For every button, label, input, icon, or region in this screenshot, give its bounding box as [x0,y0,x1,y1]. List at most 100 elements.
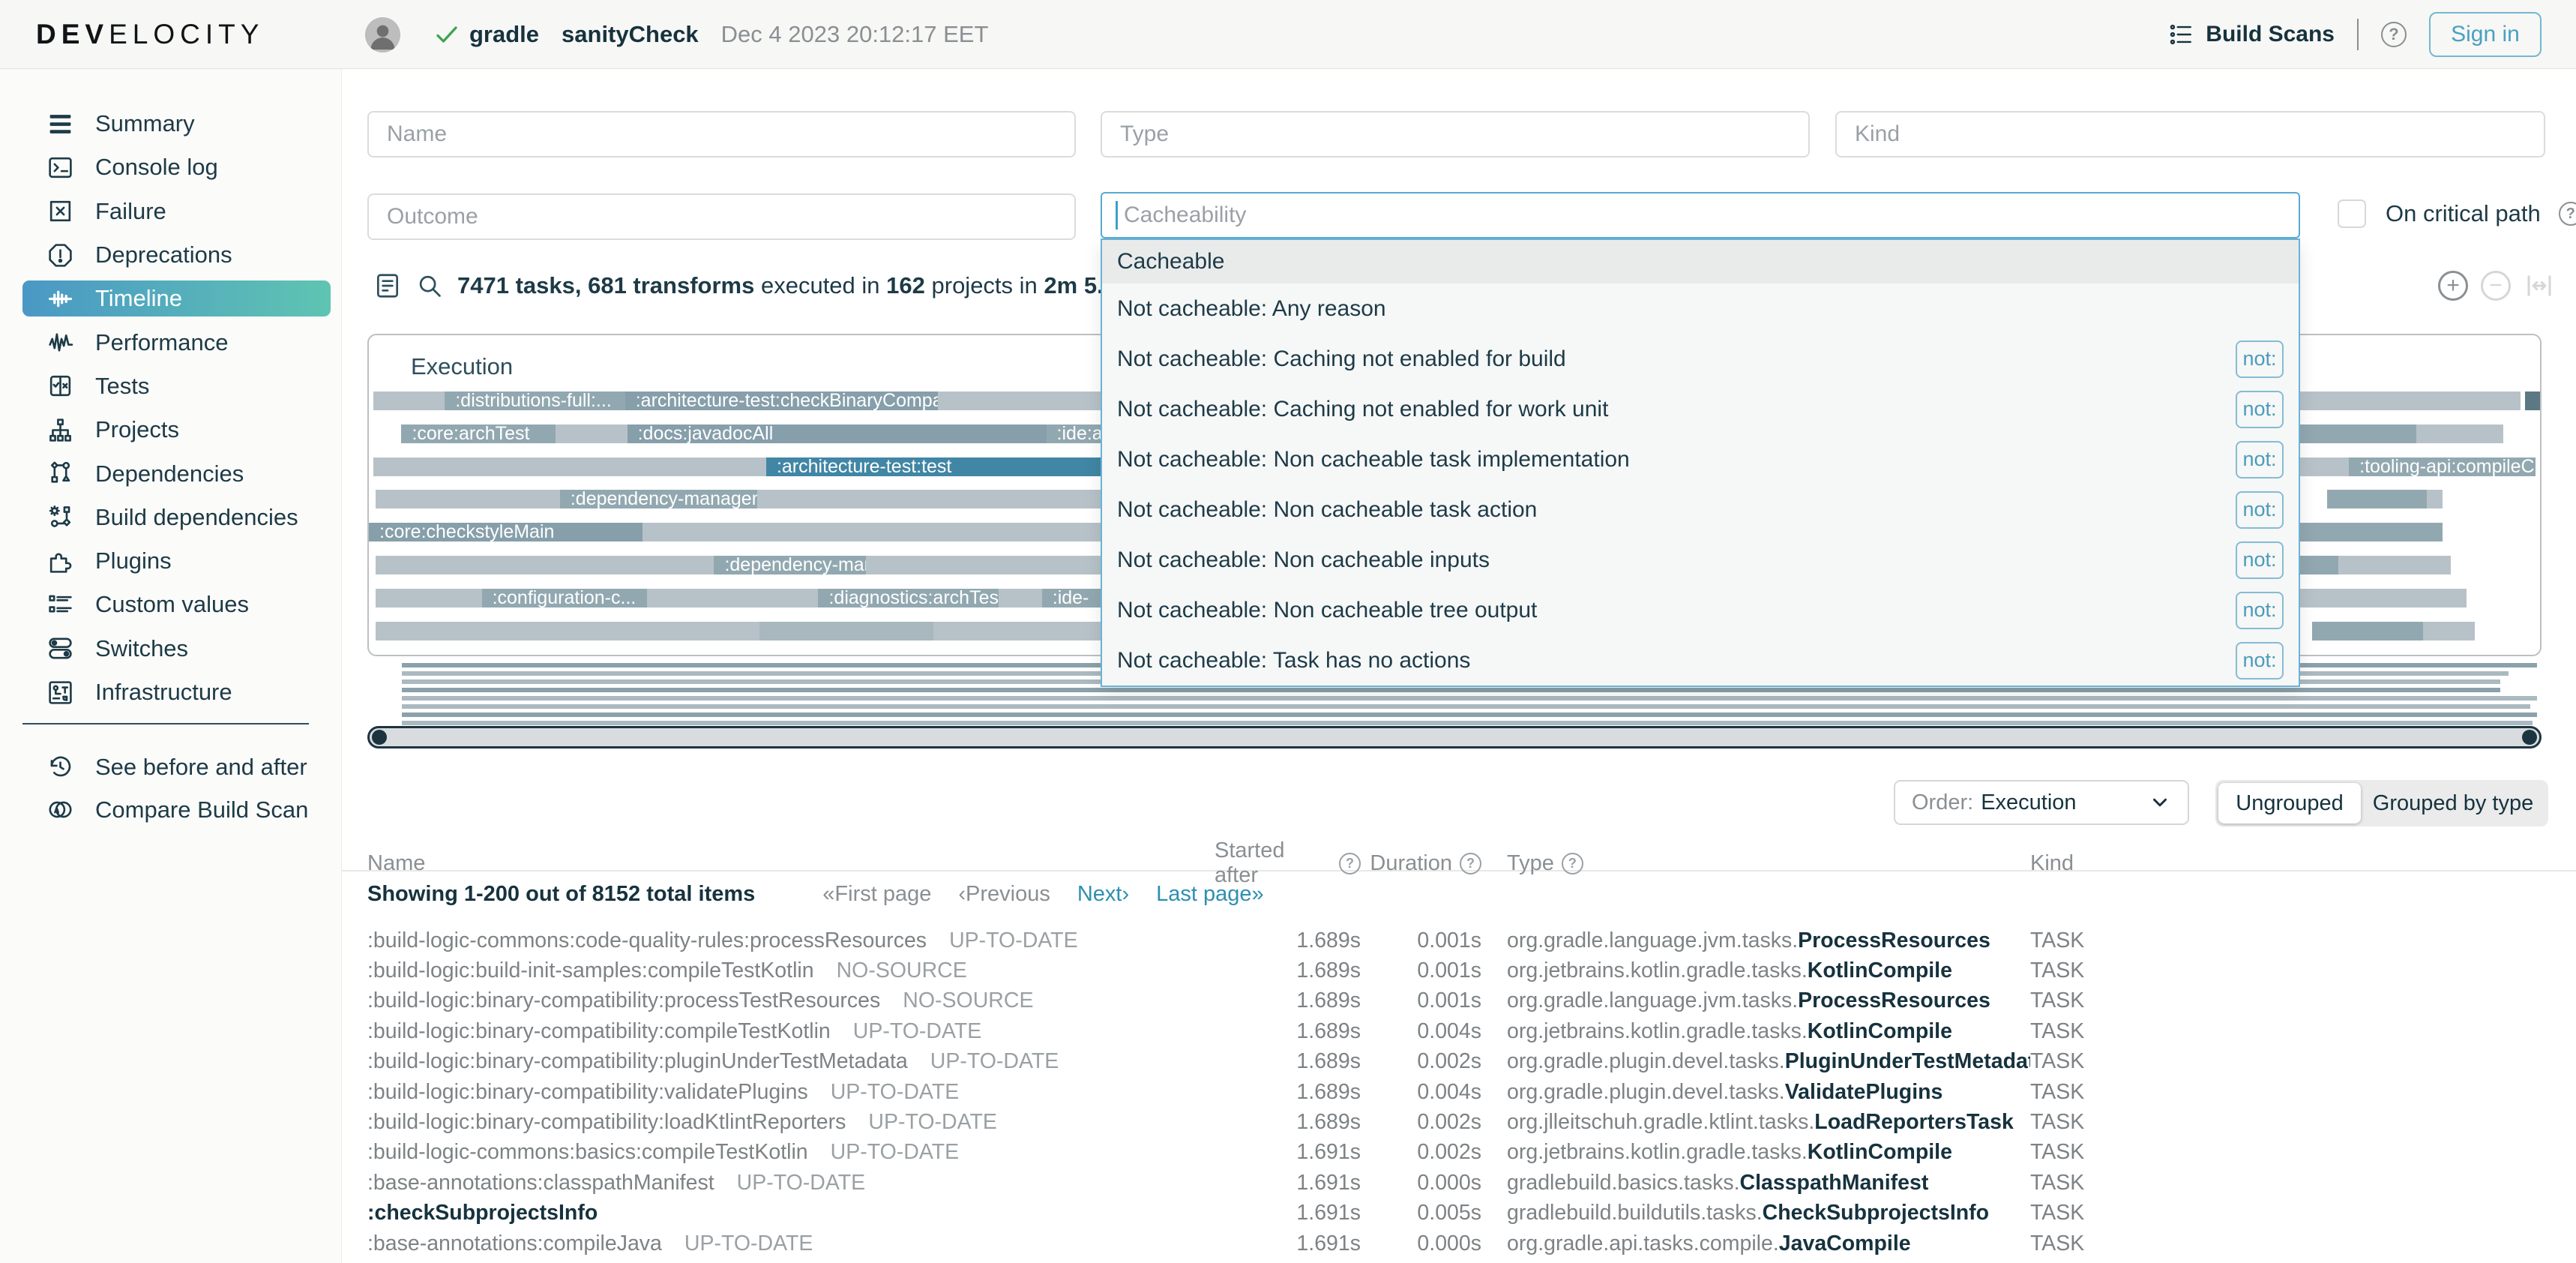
sidebar-item-build-dependencies[interactable]: Build dependencies [0,496,341,539]
avatar[interactable] [365,17,400,52]
build-tool: gradle [469,21,539,48]
not-filter-button[interactable]: not: [2236,340,2284,378]
sidebar-item-tests[interactable]: Tests [0,364,341,408]
cacheability-filter-input[interactable]: Cacheability [1101,192,2300,238]
sidebar-item-see-before-after[interactable]: See before and after [0,746,341,788]
cacheability-option[interactable]: Not cacheable: Non cacheable tree output… [1102,585,2299,635]
sidebar-item-performance[interactable]: Performance [0,320,341,364]
table-row[interactable]: :build-logic:binary-compatibility:proces… [367,986,2545,1016]
timeline-task-bar[interactable]: :tooling-api:compileCr... [2349,458,2536,476]
table-row[interactable]: :build-logic:binary-compatibility:compil… [367,1016,2545,1046]
sidebar-item-projects[interactable]: Projects [0,408,341,452]
started-after-cell: 1.689s [1215,988,1361,1013]
zoom-in-button[interactable]: + [2438,271,2468,301]
table-row[interactable]: :build-logic:binary-compatibility:plugin… [367,1047,2545,1077]
build-scans-link[interactable]: Build Scans [2168,22,2335,47]
table-row[interactable]: :build-logic:binary-compatibility:valida… [367,1077,2545,1107]
not-filter-button[interactable]: not: [2236,542,2284,579]
not-filter-button[interactable]: not: [2236,642,2284,680]
ungrouped-button[interactable]: Ungrouped [2218,783,2361,824]
duration-cell: 0.004s [1361,1019,1481,1044]
table-row[interactable]: :build-logic-commons:basics:compileTestK… [367,1138,2545,1168]
previous-page-link[interactable]: ‹Previous [958,882,1050,907]
last-page-link[interactable]: Last page» [1156,882,1264,907]
cacheability-option[interactable]: Cacheable [1102,240,2299,284]
table-row[interactable]: :build-logic-commons:code-quality-rules:… [367,926,2545,956]
cacheability-option[interactable]: Not cacheable: Task has no actionsnot: [1102,635,2299,686]
duration-cell: 0.005s [1361,1201,1481,1226]
timeline-bar-segment [2312,622,2423,640]
help-icon[interactable]: ? [2381,22,2407,47]
task-name-cell: :build-logic:binary-compatibility:compil… [367,1019,1215,1044]
sign-in-button[interactable]: Sign in [2429,12,2542,57]
sidebar-item-deprecations[interactable]: Deprecations [0,233,341,277]
column-started-after: Started after ? [1215,838,1361,888]
order-select[interactable]: Order: Execution [1894,780,2189,825]
cacheability-option[interactable]: Not cacheable: Non cacheable task implem… [1102,434,2299,484]
type-cell: org.jetbrains.kotlin.gradle.tasks.Kotlin… [1507,1019,2030,1044]
sidebar-item-summary[interactable]: Summary [0,102,341,146]
sidebar-item-custom-values[interactable]: Custom values [0,583,341,626]
on-critical-path-checkbox[interactable] [2338,200,2366,228]
on-critical-path-help-icon[interactable]: ? [2559,202,2576,226]
summary-line: 7471 tasks, 681 transforms executed in 1… [373,272,1185,300]
timeline-task-bar[interactable]: :configuration-c... [482,589,647,608]
timeline-task-bar[interactable]: :dependency-mana... [714,556,866,574]
build-date: Dec 4 2023 20:12:17 EET [721,21,989,48]
table-row[interactable]: :build-logic:build-init-samples:compileT… [367,956,2545,986]
sidebar-item-failure[interactable]: Failure [0,190,341,233]
scrollbar-left-handle[interactable] [372,730,387,745]
timeline-horizontal-scrollbar[interactable] [367,726,2542,748]
cacheability-option[interactable]: Not cacheable: Non cacheable inputs not: [1102,535,2299,585]
next-page-link[interactable]: Next› [1077,882,1129,907]
started-after-help-icon[interactable]: ? [1339,853,1361,874]
sidebar-item-timeline[interactable]: Timeline [0,277,341,320]
timeline-task-bar[interactable]: :docs:javadocAll [628,424,1047,443]
name-filter-input[interactable] [367,111,1076,158]
sidebar-item-label: Infrastructure [95,679,232,706]
timeline-task-bar[interactable]: :ide:arc [1047,424,1101,443]
timeline-task-bar[interactable]: :distributions-full:... [445,392,625,410]
not-filter-button[interactable]: not: [2236,592,2284,629]
type-cell: org.jlleitschuh.gradle.ktlint.tasks.Load… [1507,1110,2030,1135]
timeline-task-bar[interactable]: :core:archTest [401,424,556,443]
table-row[interactable]: :checkSubprojectsInfo1.691s0.005sgradleb… [367,1198,2545,1228]
timeline-bar-segment [2327,490,2427,508]
outcome-filter-input[interactable] [367,194,1076,240]
cacheability-option-label: Not cacheable: Non cacheable inputs [1117,548,1490,573]
sidebar-item-infrastructure[interactable]: Infrastructure [0,670,341,714]
timeline-task-bar[interactable]: :architecture-test:checkBinaryCompati... [625,392,938,410]
sidebar-item-console-log[interactable]: Console log [0,146,341,189]
scrollbar-right-handle[interactable] [2522,730,2537,745]
type-filter-input[interactable] [1101,111,1810,158]
type-help-icon[interactable]: ? [1562,853,1583,874]
grouped-by-type-button[interactable]: Grouped by type [2361,791,2545,816]
first-page-link[interactable]: «First page [822,882,931,907]
timeline-task-bar[interactable]: :diagnostics:archTest [818,589,998,608]
cacheability-option[interactable]: Not cacheable: Non cacheable task action… [1102,484,2299,535]
cacheability-option[interactable]: Not cacheable: Caching not enabled for w… [1102,384,2299,434]
zoom-out-button[interactable]: − [2481,271,2511,301]
timeline-task-bar[interactable]: :dependency-managem... [560,490,758,508]
not-filter-button[interactable]: not: [2236,441,2284,478]
sidebar-item-compare-build-scan[interactable]: Compare Build Scan [0,788,341,831]
not-filter-button[interactable]: not: [2236,391,2284,428]
table-row[interactable]: :base-annotations:compileJavaUP-TO-DATE1… [367,1228,2545,1258]
timeline-task-bar[interactable]: :core:checkstyleMain [369,523,643,542]
not-filter-button[interactable]: not: [2236,491,2284,529]
sidebar-item-plugins[interactable]: Plugins [0,539,341,583]
duration-help-icon[interactable]: ? [1460,853,1481,874]
fit-width-icon[interactable] [2524,270,2555,302]
sidebar-item-label: Performance [95,329,228,356]
kind-cell: TASK [2030,1049,2545,1074]
kind-filter-input[interactable] [1835,111,2545,158]
timeline-task-bar[interactable]: :ide- [1042,589,1101,608]
sidebar-item-switches[interactable]: Switches [0,627,341,670]
on-critical-path-control: On critical path ? [2338,200,2576,228]
sidebar-item-dependencies[interactable]: Dependencies [0,452,341,495]
table-row[interactable]: :base-annotations:classpathManifestUP-TO… [367,1168,2545,1198]
cacheability-option[interactable]: Not cacheable: Any reason [1102,284,2299,334]
cacheability-dropdown: CacheableNot cacheable: Any reasonNot ca… [1101,238,2300,687]
cacheability-option[interactable]: Not cacheable: Caching not enabled for b… [1102,334,2299,384]
table-row[interactable]: :build-logic:binary-compatibility:loadKt… [367,1107,2545,1137]
